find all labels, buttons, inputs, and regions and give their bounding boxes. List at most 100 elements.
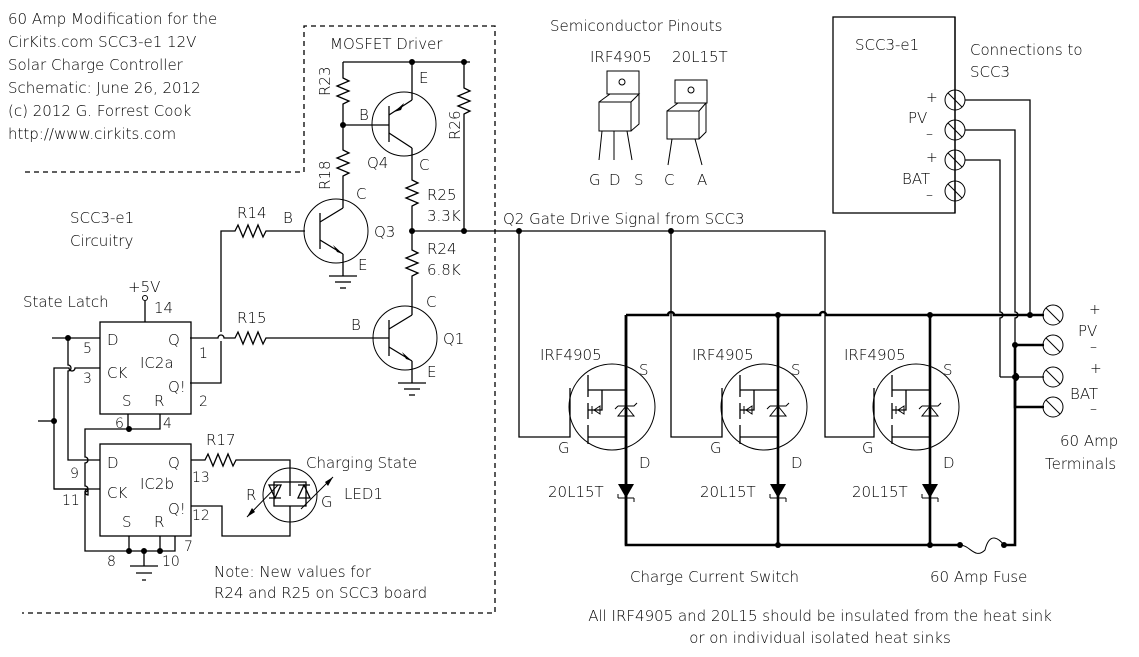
- gate-wire: [824, 315, 875, 438]
- terminal-pv-minus: [1042, 334, 1064, 356]
- svg-text:G: G: [589, 171, 601, 189]
- mosfet-label: IRF4905: [692, 346, 754, 364]
- r17-label: R17: [206, 431, 236, 449]
- q3-emitter-label: E: [358, 256, 367, 274]
- q1-emitter-label: E: [427, 363, 436, 381]
- svg-text:+: +: [926, 90, 938, 106]
- svg-text:8: 8: [107, 554, 116, 570]
- q1-collector-label: C: [426, 293, 436, 311]
- diode-symbol: [922, 484, 938, 498]
- svg-text:5: 5: [83, 341, 92, 357]
- r25-label: R25: [427, 186, 457, 204]
- title-line-1: 60 Amp Modification for the: [8, 10, 217, 28]
- svg-text:11: 11: [62, 493, 80, 509]
- r15-label: R15: [237, 309, 267, 327]
- bat-plus-link: [965, 159, 1004, 377]
- diode-label: 20L15T: [852, 483, 908, 501]
- svg-text:13: 13: [192, 470, 210, 486]
- source-label: S: [943, 361, 953, 379]
- svg-text:10: 10: [162, 554, 180, 570]
- svg-text:D: D: [609, 171, 621, 189]
- r25-value: 3.3K: [427, 207, 461, 225]
- terminals-label-1: 60 Amp: [1060, 432, 1118, 450]
- terminals-label-2: Terminals: [1045, 455, 1116, 473]
- svg-text:CK: CK: [107, 364, 127, 382]
- note-line-2: R24 and R25 on SCC3 board: [214, 584, 427, 602]
- svg-text:–: –: [926, 187, 933, 203]
- svg-text:PV: PV: [908, 109, 927, 127]
- led-caption: Charging State: [306, 454, 417, 472]
- svg-text:Q!: Q!: [168, 500, 186, 518]
- q1-label: Q1: [443, 330, 464, 348]
- circuitry-label-2: Circuitry: [70, 232, 133, 250]
- semiconductor-pinouts: Semiconductor Pinouts IRF4905 20L15T G D…: [550, 17, 728, 189]
- svg-text:–: –: [1090, 339, 1097, 355]
- switch-stage: IRF4905 S G D 20L15T: [670, 231, 808, 545]
- fuse: [957, 377, 1017, 554]
- resistor-r25: [404, 148, 420, 231]
- svg-text:12: 12: [192, 508, 210, 524]
- transistor-q4: E B Q4 C: [359, 62, 437, 174]
- connections-label-2: SCC3: [970, 63, 1010, 81]
- fuse-label: 60 Amp Fuse: [930, 568, 1027, 586]
- svg-text:R: R: [154, 392, 164, 410]
- q3-base-label: B: [283, 209, 293, 227]
- scc3-box: SCC3-e1 Connections to SCC3 + PV – + BAT…: [832, 16, 1083, 214]
- pinouts-title: Semiconductor Pinouts: [550, 17, 723, 35]
- svg-text:2: 2: [199, 394, 208, 410]
- svg-text:CK: CK: [107, 484, 127, 502]
- svg-text:Q: Q: [168, 331, 180, 349]
- svg-text:1: 1: [199, 346, 208, 362]
- resistor-r18: [335, 125, 351, 200]
- title-line-3: Solar Charge Controller: [8, 56, 184, 74]
- svg-text:C: C: [664, 171, 674, 189]
- switch-stages: IRF4905 S G D 20L15T IRF4905 S G D 20L15T IRF4905 S…: [518, 231, 960, 545]
- gate-signal-label: Q2 Gate Drive Signal from SCC3: [503, 210, 745, 228]
- resistor-r26: [456, 62, 472, 231]
- gate-label: G: [710, 439, 722, 457]
- led-name: LED1: [344, 485, 383, 503]
- svg-text:3: 3: [83, 371, 92, 387]
- r14-label: R14: [237, 204, 267, 222]
- terminal-pv-plus: [1042, 304, 1064, 326]
- led-red-label: R: [246, 486, 256, 504]
- supply-label: +5V: [128, 278, 160, 296]
- q4-base-label: B: [359, 106, 369, 124]
- title-line-6[interactable]: http://www.cirkits.com: [8, 125, 176, 143]
- led-green-label: G: [321, 493, 333, 511]
- resistor-r24: [404, 231, 420, 315]
- driver-box-title: MOSFET Driver: [330, 35, 443, 53]
- switch-stage: IRF4905 S G D 20L15T: [518, 231, 656, 545]
- svg-text:PV: PV: [1078, 322, 1097, 340]
- gate-drive-line: [412, 230, 826, 315]
- circuitry-label-1: SCC3-e1: [70, 209, 134, 227]
- r24-value: 6.8K: [427, 261, 461, 279]
- svg-text:D: D: [107, 454, 119, 472]
- diode-symbol: [618, 484, 634, 498]
- svg-text:–: –: [1090, 401, 1097, 417]
- svg-text:4: 4: [163, 416, 172, 432]
- pinout-mosfet-name: IRF4905: [590, 48, 652, 66]
- svg-text:+: +: [1089, 302, 1101, 318]
- switch-label: Charge Current Switch: [630, 568, 799, 586]
- title-line-4: Schematic: June 26, 2012: [8, 79, 201, 97]
- terminal-bat-plus: [1042, 366, 1064, 388]
- scc3-title: SCC3-e1: [855, 36, 919, 54]
- amp-terminals: + PV – + BAT – 60 Amp Terminals: [1042, 302, 1118, 473]
- svg-text:BAT: BAT: [902, 170, 930, 188]
- resistor-r23: [335, 62, 351, 125]
- title-line-5: (c) 2012 G. Forrest Cook: [8, 102, 192, 120]
- state-latch-label: State Latch: [23, 293, 109, 311]
- pv-plus-link: [965, 99, 1031, 315]
- ic2a-pin-vcc: 14: [154, 299, 173, 317]
- r18-label: R18: [316, 160, 334, 190]
- svg-text:+: +: [926, 150, 938, 166]
- diode-bus: [624, 315, 960, 547]
- svg-text:9: 9: [70, 466, 79, 482]
- diode-label: 20L15T: [700, 483, 756, 501]
- terminal-bat-minus: [1042, 396, 1064, 418]
- gate-label: G: [558, 439, 570, 457]
- ic2a: D CK IC2a Q Q! S R 5 3 1 2 6 4: [83, 321, 208, 432]
- svg-text:A: A: [697, 171, 707, 189]
- gate-label: G: [862, 439, 874, 457]
